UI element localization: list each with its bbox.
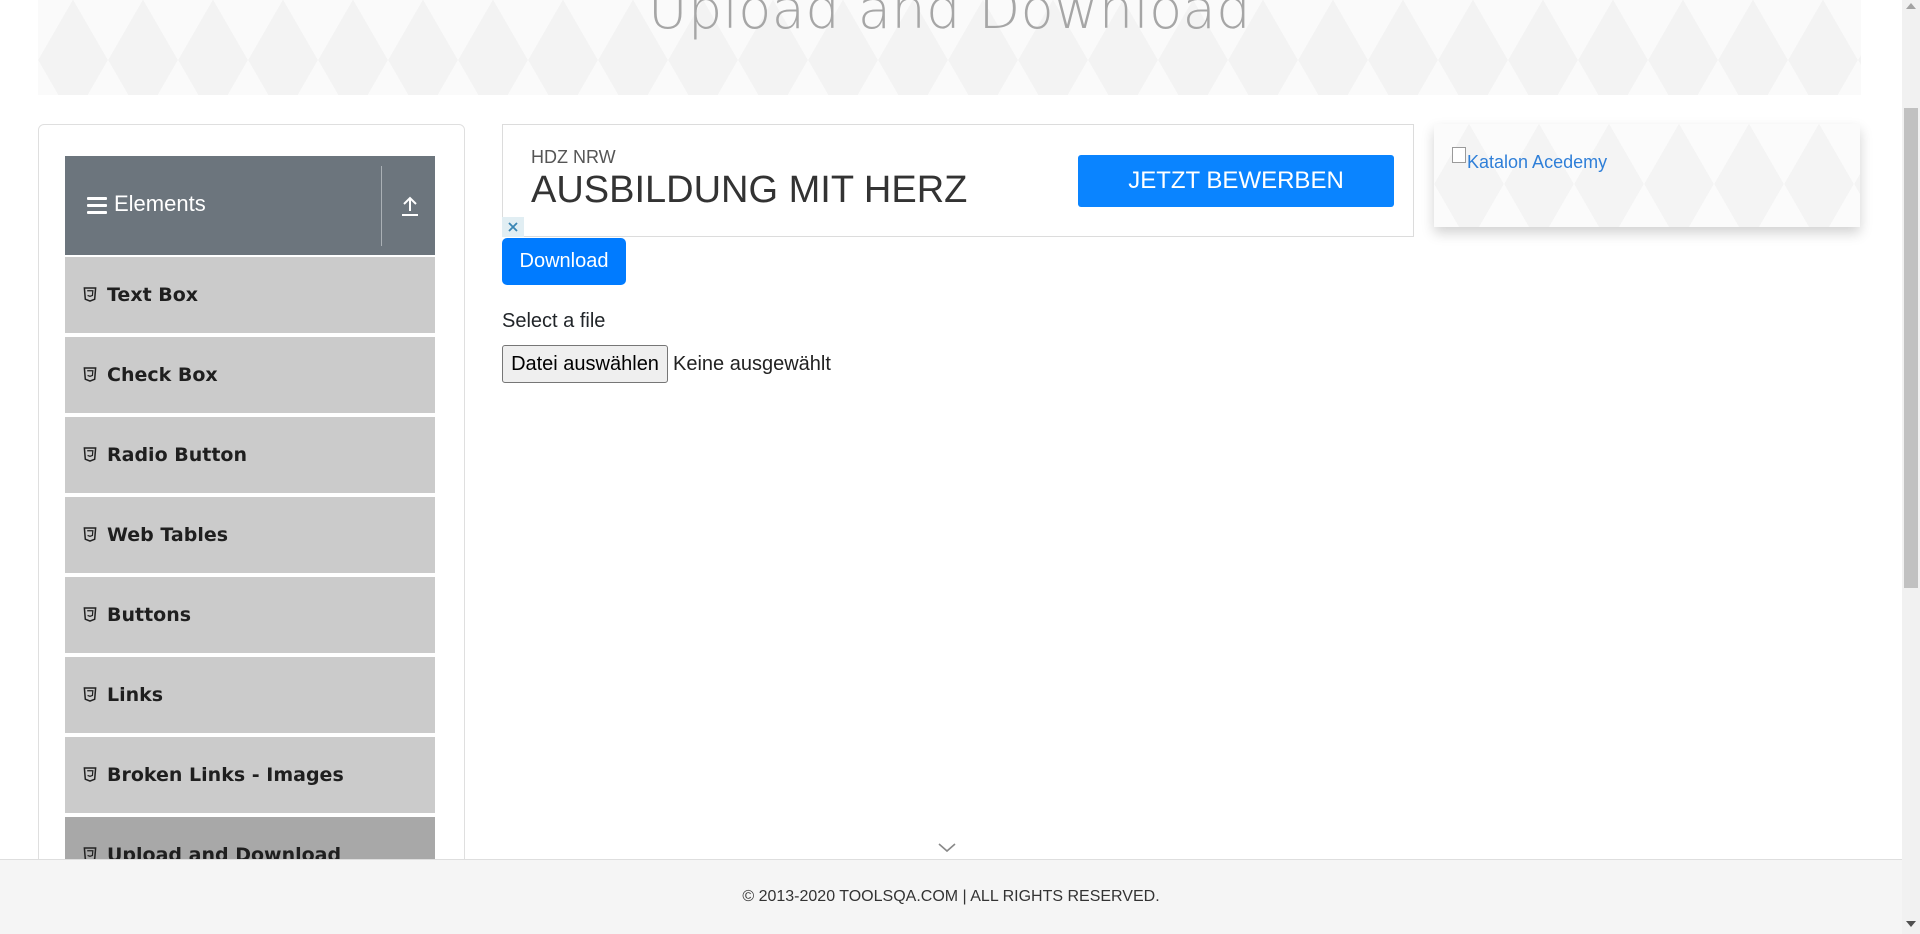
select-file-label: Select a file: [502, 310, 606, 332]
advertisement-banner[interactable]: HDZ NRW AUSBILDUNG MIT HERZ JETZT BEWERB…: [502, 124, 1414, 237]
sidebar-item-label: Text Box: [107, 284, 199, 306]
collapse-arrow-icon[interactable]: [398, 194, 422, 218]
divider: [381, 166, 382, 246]
sidebar-group-elements[interactable]: Elements: [65, 156, 435, 255]
html5-icon: [83, 367, 97, 382]
sidebar-item-label: Buttons: [107, 604, 192, 626]
sidebar-item-label: Broken Links - Images: [107, 764, 344, 786]
scrollbar-thumb[interactable]: [1904, 108, 1918, 588]
vertical-scrollbar[interactable]: [1902, 0, 1920, 934]
sidebar-item-radio-button[interactable]: Radio Button: [65, 415, 435, 493]
ad-cta-button[interactable]: JETZT BEWERBEN: [1078, 155, 1394, 207]
chevron-down-icon: [938, 843, 956, 853]
page-title: Upload and Download: [647, 0, 1252, 41]
sidebar-item-label: Links: [107, 684, 164, 706]
html5-icon: [83, 527, 97, 542]
sidebar-item-label: Web Tables: [107, 524, 229, 546]
sidebar-item-check-box[interactable]: Check Box: [65, 335, 435, 413]
sidebar-item-text-box[interactable]: Text Box: [65, 255, 435, 333]
footer-copyright: © 2013-2020 TOOLSQA.COM | ALL RIGHTS RES…: [742, 888, 1160, 905]
sidebar-item-broken-links-images[interactable]: Broken Links - Images: [65, 735, 435, 813]
footer: © 2013-2020 TOOLSQA.COM | ALL RIGHTS RES…: [0, 859, 1902, 934]
html5-icon: [83, 447, 97, 462]
choose-file-button[interactable]: Datei auswählen: [502, 345, 668, 383]
scroll-down-icon[interactable]: [1906, 921, 1916, 927]
ad-close-icon[interactable]: [502, 217, 524, 237]
sidebar-item-web-tables[interactable]: Web Tables: [65, 495, 435, 573]
page-banner: Upload and Download: [38, 0, 1861, 95]
side-ad-alt-text[interactable]: Katalon Acedemy: [1467, 152, 1607, 173]
sidebar-item-links[interactable]: Links: [65, 655, 435, 733]
html5-icon: [83, 607, 97, 622]
broken-image-icon: [1452, 147, 1466, 163]
sidebar-group-title: Elements: [114, 191, 206, 216]
html5-icon: [83, 687, 97, 702]
html5-icon: [83, 287, 97, 302]
hamburger-icon: [87, 197, 107, 215]
sidebar-item-label: Check Box: [107, 364, 218, 386]
side-advertisement[interactable]: Katalon Acedemy: [1434, 124, 1860, 227]
ad-headline: AUSBILDUNG MIT HERZ: [531, 169, 968, 211]
ad-brand: HDZ NRW: [531, 147, 616, 167]
file-status-text: Keine ausgewählt: [673, 353, 831, 375]
html5-icon: [83, 767, 97, 782]
page: Upload and Download Elements Text Box Ch…: [0, 0, 1920, 934]
sidebar-item-label: Radio Button: [107, 444, 247, 466]
scroll-up-icon[interactable]: [1906, 3, 1916, 9]
sidebar-item-buttons[interactable]: Buttons: [65, 575, 435, 653]
download-button[interactable]: Download: [502, 238, 626, 285]
